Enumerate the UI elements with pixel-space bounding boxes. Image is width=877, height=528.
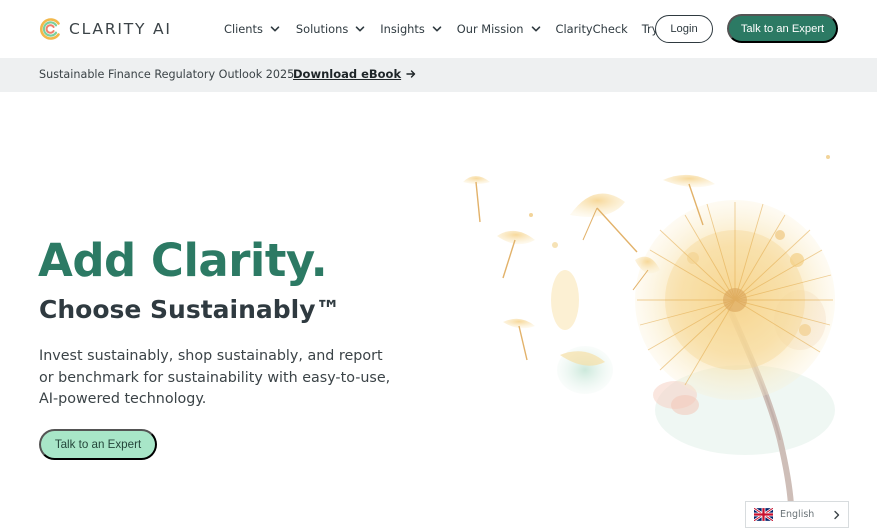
login-button[interactable]: Login bbox=[655, 15, 713, 43]
announcement-banner: Sustainable Finance Regulatory Outlook 2… bbox=[0, 58, 877, 92]
clarity-logo-icon bbox=[40, 18, 60, 40]
hero-description: Invest sustainably, shop sustainably, an… bbox=[39, 348, 391, 407]
chevron-right-icon bbox=[834, 510, 840, 520]
brand-name: CLARITY AI bbox=[69, 20, 172, 38]
floating-seed bbox=[497, 230, 535, 279]
banner-text: Sustainable Finance Regulatory Outlook 2… bbox=[39, 68, 295, 81]
nav-item-clients[interactable]: Clients bbox=[224, 22, 280, 36]
floating-seed bbox=[570, 193, 638, 253]
arrow-right-icon bbox=[406, 70, 416, 78]
chevron-down-icon bbox=[432, 26, 442, 32]
nav-item-label: Insights bbox=[380, 22, 425, 36]
floating-seed bbox=[503, 318, 535, 361]
nav-item-label: Solutions bbox=[295, 22, 349, 36]
talk-to-expert-nav-button[interactable]: Talk to an Expert bbox=[727, 14, 838, 43]
brand-logo[interactable]: CLARITY AI bbox=[39, 16, 172, 42]
dandelion-illustration bbox=[463, 155, 835, 505]
nav-item-label: ClarityCheck bbox=[555, 22, 628, 36]
language-label: English bbox=[780, 509, 815, 520]
chevron-down-icon bbox=[355, 26, 365, 32]
download-ebook-link[interactable]: Download eBook bbox=[293, 67, 416, 81]
nav-item-insights[interactable]: Insights bbox=[380, 22, 442, 36]
hero-title: Add Clarity. bbox=[38, 234, 328, 287]
nav-item-solutions[interactable]: Solutions bbox=[296, 22, 365, 36]
nav-item-label: Our Mission bbox=[456, 22, 524, 36]
nav-item-our-mission[interactable]: Our Mission bbox=[457, 22, 541, 36]
uk-flag-icon bbox=[754, 508, 773, 521]
download-ebook-label: Download eBook bbox=[293, 67, 402, 81]
nav-item-claritycheck[interactable]: ClarityCheck bbox=[556, 22, 628, 36]
nav-item-label: Clients bbox=[224, 22, 263, 36]
top-navigation: CLARITY AI Clients Solutions Insights Ou… bbox=[0, 0, 877, 58]
talk-to-expert-hero-button[interactable]: Talk to an Expert bbox=[39, 429, 157, 460]
chevron-down-icon bbox=[270, 26, 280, 32]
main-menu: Clients Solutions Insights Our Mission C… bbox=[224, 0, 696, 58]
chevron-down-icon bbox=[531, 26, 540, 32]
language-selector[interactable]: English bbox=[745, 501, 849, 528]
floating-seed bbox=[463, 176, 490, 223]
hero-subtitle: Choose Sustainably™ bbox=[39, 295, 341, 324]
